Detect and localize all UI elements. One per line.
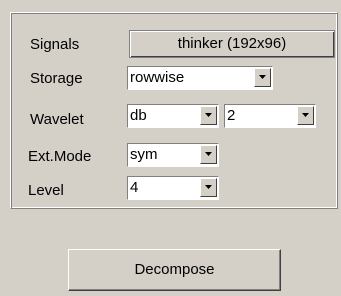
storage-label: Storage [30, 70, 83, 87]
wavelet-family-value: db [130, 107, 147, 124]
storage-value: rowwise [130, 69, 185, 86]
wavelet-family-select[interactable]: db [127, 104, 219, 128]
ext-mode-select[interactable]: sym [127, 143, 219, 167]
signals-display[interactable]: thinker (192x96) [129, 30, 335, 58]
wavelet-family-dropdown-button[interactable] [200, 106, 217, 125]
storage-select[interactable]: rowwise [127, 66, 273, 90]
ext-mode-value: sym [130, 146, 158, 163]
ext-mode-label: Ext.Mode [28, 148, 92, 165]
chevron-down-icon [205, 113, 212, 117]
ext-mode-dropdown-button[interactable] [200, 145, 217, 164]
level-label: Level [28, 182, 64, 199]
level-dropdown-button[interactable] [200, 178, 217, 197]
signals-label: Signals [30, 36, 80, 53]
chevron-down-icon [259, 75, 266, 79]
wavelet-order-dropdown-button[interactable] [297, 106, 314, 125]
wavelet-label: Wavelet [30, 111, 84, 128]
decompose-button[interactable]: Decompose [68, 249, 281, 291]
wavelet-order-select[interactable]: 2 [224, 104, 316, 128]
chevron-down-icon [205, 185, 212, 189]
storage-dropdown-button[interactable] [254, 68, 271, 87]
chevron-down-icon [302, 113, 309, 117]
chevron-down-icon [205, 152, 212, 156]
wavelet-order-value: 2 [227, 107, 236, 124]
level-select[interactable]: 4 [127, 176, 219, 200]
level-value: 4 [130, 179, 139, 196]
